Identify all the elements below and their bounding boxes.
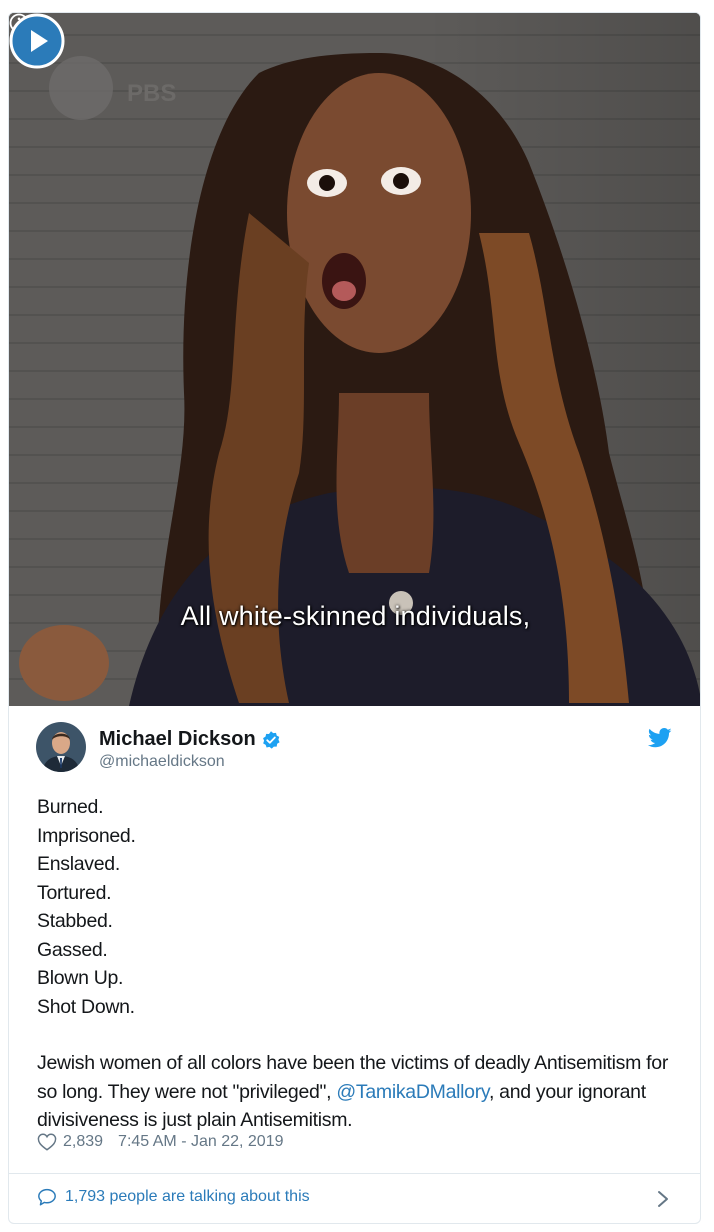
author-display-name[interactable]: Michael Dickson bbox=[99, 728, 256, 751]
tweet-line: Enslaved. bbox=[37, 853, 120, 875]
tweet-text: Burned. Imprisoned. Enslaved. Tortured. … bbox=[37, 793, 677, 1135]
tweet-timestamp[interactable]: 7:45 AM - Jan 22, 2019 bbox=[118, 1133, 283, 1151]
talking-count-text[interactable]: 1,793 people are talking about this bbox=[65, 1188, 310, 1206]
avatar[interactable] bbox=[36, 722, 86, 772]
mention-link[interactable]: @TamikaDMallory bbox=[336, 1081, 489, 1103]
tweet-meta: 2,839 7:45 AM - Jan 22, 2019 bbox=[37, 1133, 284, 1151]
verified-badge-icon bbox=[262, 730, 280, 749]
like-count[interactable]: 2,839 bbox=[63, 1133, 103, 1151]
heart-icon[interactable] bbox=[37, 1133, 57, 1151]
tweet-line: Tortured. bbox=[37, 881, 112, 904]
play-icon[interactable] bbox=[9, 13, 65, 69]
author-name-line[interactable]: Michael Dickson bbox=[99, 728, 281, 751]
twitter-bird-icon[interactable] bbox=[648, 727, 672, 749]
tweet-line: Blown Up. bbox=[37, 967, 124, 989]
watermark-text: PBS bbox=[127, 80, 176, 107]
tweet-line: Imprisoned. bbox=[37, 824, 136, 847]
tweet-card[interactable]: PBS All white-skinned individuals, Micha… bbox=[8, 12, 701, 1224]
chevron-right-icon[interactable] bbox=[656, 1189, 670, 1209]
speech-bubble-icon bbox=[38, 1188, 56, 1206]
tweet-line: Shot Down. bbox=[37, 995, 135, 1018]
conversation-link[interactable]: 1,793 people are talking about this bbox=[37, 1188, 310, 1206]
tweet-line: Gassed. bbox=[37, 938, 108, 961]
tweet-line: Stabbed. bbox=[37, 910, 113, 932]
tweet-paragraph: Jewish women of all colors have been the… bbox=[37, 1052, 668, 1131]
video-caption: All white-skinned individuals, bbox=[180, 601, 531, 631]
footer-divider bbox=[9, 1173, 700, 1174]
video-media[interactable]: PBS All white-skinned individuals, bbox=[9, 13, 700, 706]
author-handle[interactable]: @michaeldickson bbox=[99, 753, 225, 771]
tweet-line: Burned. bbox=[37, 796, 104, 818]
